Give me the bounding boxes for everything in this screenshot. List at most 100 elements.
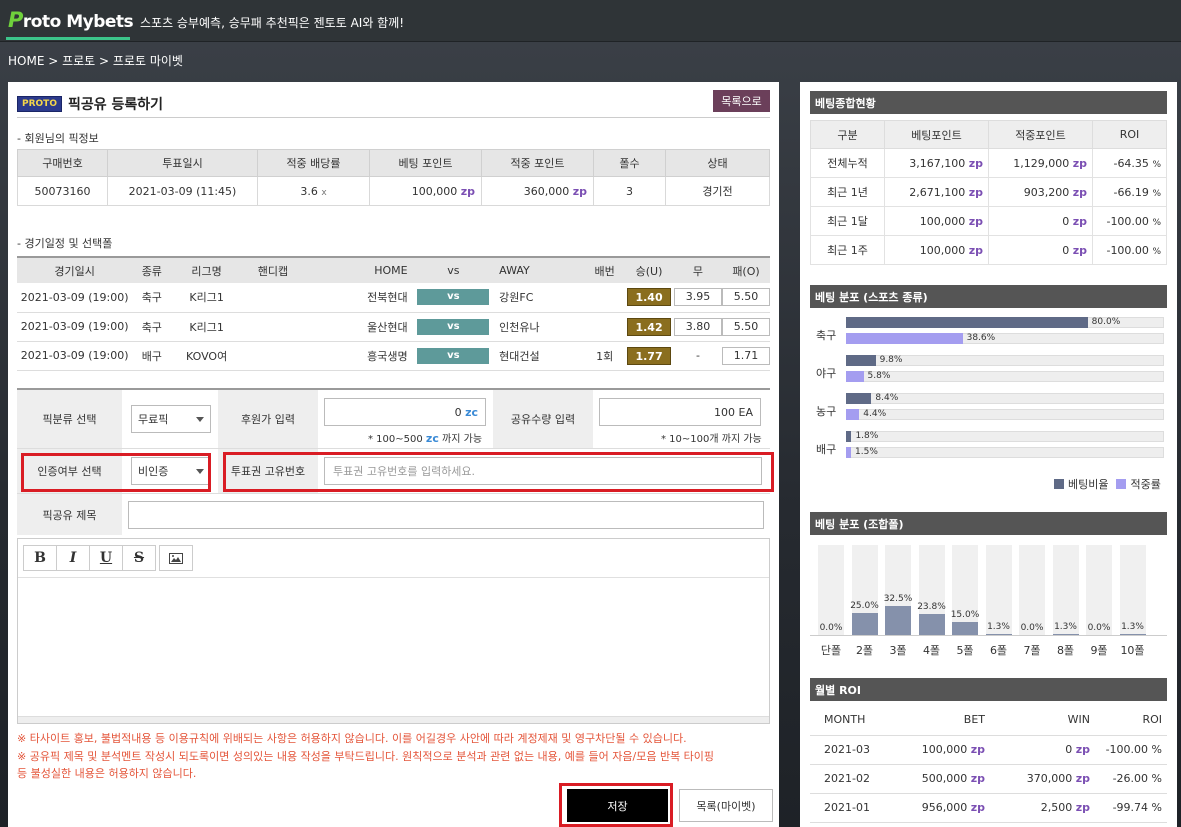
purchase-odds: 3.6 x [257,176,370,206]
underline-button[interactable]: U [89,545,123,571]
site-logo[interactable]: Proto Mybets [8,8,134,32]
monthly-roi-header: 월별 ROI [810,678,1167,701]
italic-button[interactable]: I [56,545,90,571]
combo-value-label: 1.3% [1121,621,1144,632]
game-date: 2021-03-09 (19:00) [17,312,133,342]
purchase-status: 경기전 [665,176,770,206]
share-input[interactable]: 100 EA [599,398,761,426]
image-button[interactable] [159,545,193,571]
bet-ratio-bar [846,355,876,366]
odds-win-selected[interactable]: 1.77 [624,341,674,371]
col-header: 상태 [665,149,770,177]
col-header: 리그명 [171,256,242,283]
game-vs: vs [411,283,496,313]
share-label: 공유수량 입력 [493,390,593,448]
list-button[interactable]: 목록으로 [713,90,770,112]
col-header: 핸디캡 [241,256,305,283]
sports-dist-header: 베팅 분포 (스포츠 종류) [810,285,1167,308]
hit-rate-bar [846,409,860,420]
purchase-bet: 100,000 zp [369,176,482,206]
col-header: 적중포인트 [988,120,1093,149]
editor-resize-handle[interactable] [18,716,769,723]
content-editor[interactable]: B I U S [17,538,770,724]
combo-category-label: 10폴 [1120,644,1145,657]
stats-panel: 베팅종합현황 구분 베팅포인트 적중포인트 ROI 전체누적 3,167,100… [800,82,1177,827]
summary-label: 전체누적 [810,148,885,178]
odds-lose[interactable]: 1.71 [722,341,770,371]
bar-value-label: 9.8% [879,355,903,365]
bold-button[interactable]: B [23,545,57,571]
my-list-button[interactable]: 목록(마이벳) [679,789,773,822]
odds-lose[interactable]: 5.50 [722,283,770,313]
pick-type-select[interactable]: 무료픽 [131,405,211,433]
col-header: HOME [304,256,412,283]
monthly-win: 2,500 zp [990,793,1095,823]
purchase-date: 2021-03-09 (11:45) [107,176,258,206]
sponsor-input[interactable]: 0 zc [324,398,486,426]
game-handicap [241,283,305,313]
summary-roi: -64.35 % [1092,148,1167,178]
combo-column-bg [1086,545,1112,635]
odds-win-selected[interactable]: 1.42 [624,312,674,342]
subject-input[interactable] [128,500,764,529]
col-header: 승(U) [624,256,674,283]
summary-label: 최근 1년 [810,177,885,207]
game-no: 1회 [585,341,625,371]
bar-track [846,447,1164,458]
legend-swatch-hit [1116,479,1127,489]
summary-bet: 3,167,100 zp [884,148,989,178]
table-row: 최근 1달 100,000 zp 0 zp -100.00 % [810,206,1167,236]
page-title: 픽공유 등록하기 [67,97,164,113]
odds-win-selected[interactable]: 1.40 [624,283,674,313]
sports-legend: 베팅비율 적중률 [1054,476,1161,492]
col-header: ROI [1092,120,1167,149]
game-sport: 배구 [132,341,172,371]
table-row: 2021-01 956,000 zp 2,500 zp -99.74 % [810,793,1167,823]
purchase-win: 360,000 zp [481,176,594,206]
game-sport: 축구 [132,312,172,342]
combo-bar [885,605,911,635]
bar-track [846,409,1164,420]
col-header: 베팅 포인트 [369,149,482,177]
pick-share-form-panel: PROTO 픽공유 등록하기 목록으로 - 회원님의 픽정보 구매번호 투표일시… [8,82,779,827]
monthly-month: 2021-02 [810,764,890,794]
monthly-bet: 500,000 zp [890,764,990,794]
table-row: 전체누적 3,167,100 zp 1,129,000 zp -64.35 % [810,148,1167,178]
hit-rate-bar [846,333,963,344]
legend-bet: 베팅비율 [1068,478,1109,491]
monthly-month: 2021-03 [810,735,890,765]
combo-dist-header: 베팅 분포 (조합폴) [810,512,1167,535]
combo-bar [918,613,945,635]
summary-label: 최근 1달 [810,206,885,236]
subject-label: 픽공유 제목 [17,494,122,535]
games-table: 경기일시 종류 리그명 핸디캡 HOME vs AWAY 배번 승(U) 무 패… [17,256,770,371]
odds-lose[interactable]: 5.50 [722,312,770,342]
bar-value-label: 1.5% [855,447,878,457]
bar-value-label: 1.8% [855,431,879,441]
combo-value-label: 15.0% [950,609,980,620]
game-away: 인천유나 [495,312,586,342]
combo-bar [1052,633,1079,635]
odds-draw[interactable]: 3.80 [673,312,722,342]
col-header: 배번 [585,256,625,283]
save-button[interactable]: 저장 [567,789,668,822]
purchase-folds: 3 [593,176,666,206]
strike-button[interactable]: S [122,545,156,571]
purchase-id: 50073160 [17,176,108,206]
sponsor-label: 후원가 입력 [218,390,318,448]
game-home: 전북현대 [304,283,412,313]
col-header: WIN [990,704,1095,736]
editor-toolbar: B I U S [18,539,769,578]
game-home: 흥국생명 [304,341,412,371]
notice-line: ※ 타사이트 홍보, 불법적내용 등 이용규칙에 위배되는 사항은 허용하지 않… [17,732,687,745]
col-header: AWAY [495,256,586,283]
page-header: PROTO 픽공유 등록하기 [17,94,163,114]
combo-bar [851,612,878,635]
combo-bar [952,621,978,635]
table-row: 2021-02 500,000 zp 370,000 zp -26.00 % [810,764,1167,794]
combo-column-bg [818,545,844,635]
summary-roi: -66.19 % [1092,177,1167,207]
odds-draw[interactable]: 3.95 [673,283,722,313]
bar-track [846,371,1164,382]
table-row: 2021-03 100,000 zp 0 zp -100.00 % [810,735,1167,765]
